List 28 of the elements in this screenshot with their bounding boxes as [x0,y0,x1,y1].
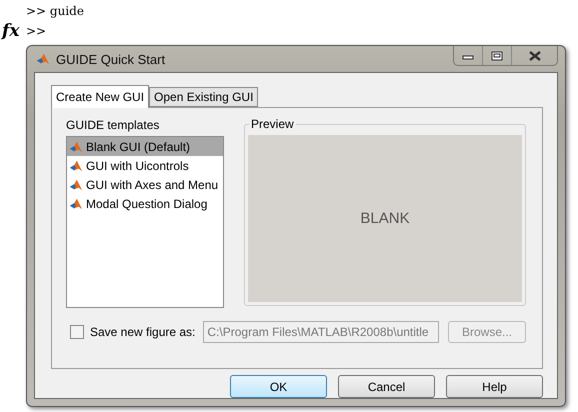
template-label: GUI with Axes and Menu [86,178,218,192]
save-label: Save new figure as: [90,325,196,339]
templates-label: GUIDE templates [66,118,160,132]
template-label: Modal Question Dialog [86,196,208,210]
dialog-button[interactable]: Cancel [338,375,435,398]
template-item[interactable]: Blank GUI (Default) [67,137,223,156]
matlab-logo-icon [69,178,83,192]
template-label: Blank GUI (Default) [86,140,190,154]
window-title: GUIDE Quick Start [56,52,166,66]
template-item[interactable]: GUI with Axes and Menu [67,175,223,194]
matlab-logo-icon [36,52,50,66]
command-prompt: >> [26,23,46,40]
tab[interactable]: Open Existing GUI [149,87,258,107]
template-item[interactable]: GUI with Uicontrols [67,156,223,175]
function-symbol[interactable]: fx [2,21,24,41]
template-item[interactable]: Modal Question Dialog [67,194,223,213]
matlab-logo-icon [69,196,83,210]
preview-text: BLANK [360,210,410,227]
command-line: >> guide [26,3,85,20]
dialog-button[interactable]: OK [230,375,327,398]
close-icon [528,50,542,60]
matlab-logo-icon [69,158,83,172]
dialog-button[interactable]: Help [446,375,543,398]
template-label: GUI with Uicontrols [86,158,189,172]
preview-label: Preview [249,117,296,131]
matlab-logo-icon [69,140,83,154]
tab[interactable]: Create New GUI [51,85,150,108]
maximize-icon [491,50,503,60]
